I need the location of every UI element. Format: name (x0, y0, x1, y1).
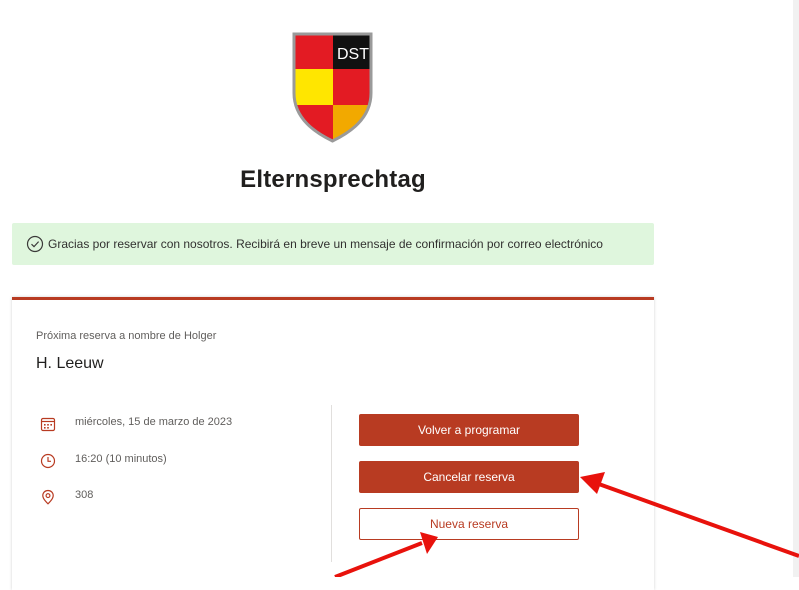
school-crest-logo: DST (292, 32, 373, 143)
booking-location: 308 (75, 489, 94, 501)
booking-time: 16:20 (10 minutos) (75, 453, 167, 465)
calendar-icon (40, 417, 56, 432)
confirmation-message: Gracias por reservar con nosotros. Recib… (48, 237, 603, 251)
card-divider (331, 405, 332, 562)
clock-icon (40, 453, 56, 469)
booking-date-row: miércoles, 15 de marzo de 2023 (40, 416, 232, 432)
booking-location-row: 308 (40, 489, 93, 505)
check-circle-icon (26, 235, 44, 253)
reschedule-button[interactable]: Volver a programar (359, 414, 579, 446)
location-pin-icon (42, 489, 54, 505)
booking-owner-label: Próxima reserva a nombre de Holger (36, 330, 217, 342)
new-booking-button[interactable]: Nueva reserva (359, 508, 579, 540)
booking-date: miércoles, 15 de marzo de 2023 (75, 416, 233, 428)
cancel-booking-button[interactable]: Cancelar reserva (359, 461, 579, 493)
confirmation-banner: Gracias por reservar con nosotros. Recib… (12, 223, 654, 265)
page-title: Elternsprechtag (240, 166, 426, 193)
staff-name: H. Leeuw (36, 355, 104, 372)
scroll-gutter (793, 0, 799, 577)
logo-text: DST (337, 46, 369, 63)
booking-time-row: 16:20 (10 minutos) (40, 453, 167, 469)
booking-card: Próxima reserva a nombre de Holger H. Le… (12, 297, 654, 590)
